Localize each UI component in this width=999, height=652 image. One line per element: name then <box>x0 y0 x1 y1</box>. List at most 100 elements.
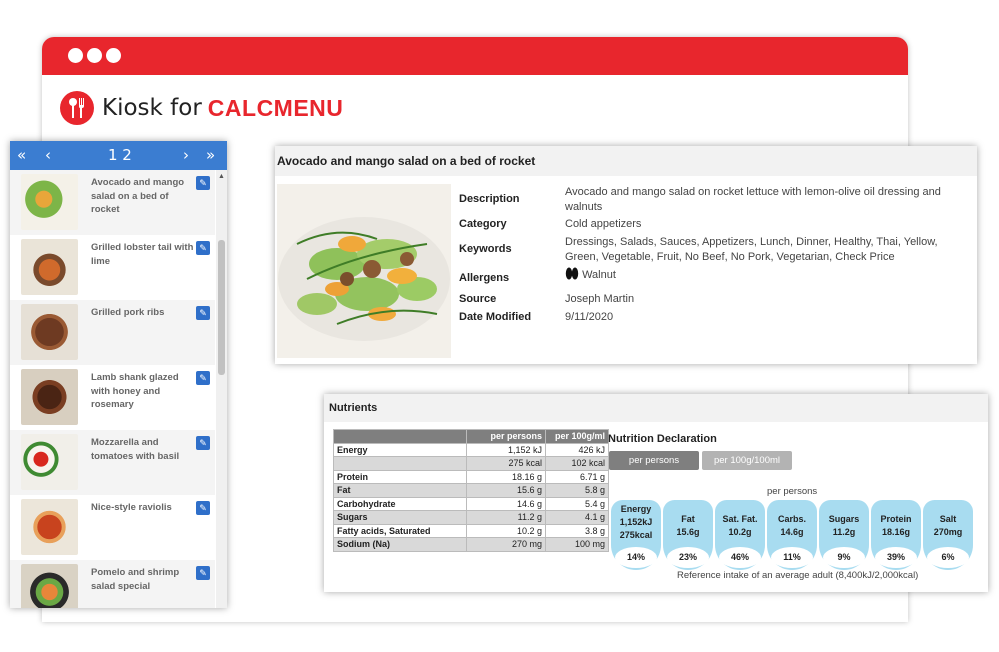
table-row: Energy 1,152 kJ 426 kJ <box>333 442 609 457</box>
edit-pencil-icon[interactable]: ✎ <box>196 241 210 255</box>
gda-value: 11.2g <box>832 527 856 537</box>
recipe-thumbnail <box>21 369 78 425</box>
window-control-dot[interactable] <box>87 48 102 63</box>
gda-badge: Fat 15.6g 23% <box>663 500 713 570</box>
declaration-subtitle: per persons <box>767 486 818 497</box>
table-row: 275 kcal 102 kcal <box>333 456 609 471</box>
page-numbers[interactable]: 1 2 <box>108 146 132 164</box>
recipe-detail-card: Avocado and mango salad on a bed of rock… <box>275 146 977 364</box>
gda-badge: Salt 270mg 6% <box>923 500 973 570</box>
gda-label: Salt <box>939 514 957 524</box>
source-label: Source <box>459 293 497 305</box>
scrollbar-thumb[interactable] <box>218 240 225 375</box>
app-logo: Kiosk for CALCMENU <box>60 90 343 126</box>
gda-value: 18.16g <box>881 527 911 537</box>
date-modified-label: Date Modified <box>459 311 532 323</box>
nutrient-name: Fat <box>333 483 467 498</box>
gda-value: 14.6g <box>780 527 804 537</box>
brand-name: CALCMENU <box>207 94 344 121</box>
table-row: Sodium (Na) 270 mg 100 mg <box>333 537 609 552</box>
gda-percent: 14% <box>615 547 657 568</box>
category-value: Cold appetizers <box>565 218 642 230</box>
gda-badge: Sat. Fat. 10.2g 46% <box>715 500 765 570</box>
window-control-dot[interactable] <box>106 48 121 63</box>
window-titlebar <box>42 37 908 75</box>
gda-label: Sugars <box>828 514 860 524</box>
list-item[interactable]: Nice-style raviolis ✎ <box>10 495 215 560</box>
table-header-cell: per persons <box>466 429 546 444</box>
nutrient-per-person: 10.2 g <box>466 523 546 538</box>
first-page-icon[interactable]: « <box>17 146 26 164</box>
gda-value: 15.6g <box>676 527 700 537</box>
list-item[interactable]: Lamb shank glazed with honey and rosemar… <box>10 365 215 430</box>
recipe-name: Pomelo and shrimp salad special <box>91 567 180 592</box>
nutrient-name: Energy <box>333 442 467 457</box>
list-item[interactable]: Mozzarella and tomatoes with basil ✎ <box>10 430 215 495</box>
recipe-detail-body: Description Avocado and mango salad on r… <box>275 178 977 364</box>
edit-pencil-icon[interactable]: ✎ <box>196 306 210 320</box>
edit-pencil-icon[interactable]: ✎ <box>196 176 210 190</box>
gda-badge: Energy 1,152kJ 275kcal 14% <box>611 500 661 570</box>
list-item[interactable]: Grilled lobster tail with lime ✎ <box>10 235 215 300</box>
edit-pencil-icon[interactable]: ✎ <box>196 501 210 515</box>
list-item[interactable]: Grilled pork ribs ✎ <box>10 300 215 365</box>
nutrient-per-person: 15.6 g <box>466 483 546 498</box>
recipe-thumbnail <box>21 304 78 360</box>
recipe-name: Avocado and mango salad on a bed of rock… <box>91 177 185 215</box>
table-row: Fatty acids, Saturated 10.2 g 3.8 g <box>333 523 609 538</box>
gda-label: Carbs. <box>777 514 806 524</box>
prev-page-icon[interactable]: ‹ <box>45 146 51 164</box>
tab-per-100g[interactable]: per 100g/100ml <box>702 451 792 470</box>
nutrient-per-100: 4.1 g <box>545 510 609 525</box>
list-item[interactable]: Avocado and mango salad on a bed of rock… <box>10 170 215 235</box>
nutrient-per-person: 1,152 kJ <box>466 442 546 457</box>
edit-pencil-icon[interactable]: ✎ <box>196 566 210 580</box>
recipe-sidebar: « ‹ 1 2 › » Avocado and mango salad on a… <box>10 141 227 608</box>
nutrient-name: Sodium (Na) <box>333 537 467 552</box>
nutrient-per-100: 102 kcal <box>545 456 609 471</box>
nutrient-name: Protein <box>333 469 467 484</box>
recipe-name: Grilled pork ribs <box>91 307 165 318</box>
nutrient-per-100: 3.8 g <box>545 523 609 538</box>
nutrients-table: per persons per 100g/ml Energy 1,152 kJ … <box>333 429 609 552</box>
gda-value: 10.2g <box>728 527 752 537</box>
table-header-cell: per 100g/ml <box>545 429 609 444</box>
recipe-name: Mozzarella and tomatoes with basil <box>91 437 180 462</box>
recipe-list: Avocado and mango salad on a bed of rock… <box>10 170 215 608</box>
last-page-icon[interactable]: » <box>206 146 215 164</box>
edit-pencil-icon[interactable]: ✎ <box>196 436 210 450</box>
list-item[interactable]: Pomelo and shrimp salad special ✎ <box>10 560 215 608</box>
window-control-dot[interactable] <box>68 48 83 63</box>
nutrition-declaration-title: Nutrition Declaration <box>608 433 717 445</box>
allergen-name: Walnut <box>582 269 616 281</box>
recipe-photo <box>277 184 451 358</box>
nutrient-name <box>333 456 467 471</box>
recipe-thumbnail <box>21 434 78 490</box>
recipe-thumbnail <box>21 239 78 295</box>
table-row: Fat 15.6 g 5.8 g <box>333 483 609 498</box>
allergens-value: Walnut <box>565 267 955 283</box>
list-scrollbar[interactable]: ▲ <box>216 170 227 608</box>
scroll-up-icon[interactable]: ▲ <box>218 173 225 180</box>
walnut-icon <box>565 267 579 280</box>
nutrients-card: Nutrients per persons per 100g/ml Energy… <box>324 394 988 592</box>
nutrient-per-100: 100 mg <box>545 537 609 552</box>
gda-label: Energy <box>620 504 652 514</box>
gda-label: Sat. Fat. <box>722 514 758 524</box>
reference-intake-note: Reference intake of an average adult (8,… <box>677 570 919 581</box>
edit-pencil-icon[interactable]: ✎ <box>196 371 210 385</box>
category-label: Category <box>459 218 507 230</box>
recipe-thumbnail <box>21 564 78 608</box>
nutrients-title: Nutrients <box>324 394 988 422</box>
gda-badge: Sugars 11.2g 9% <box>819 500 869 570</box>
chef-utensils-icon <box>60 91 94 125</box>
gda-percent: 9% <box>823 547 865 568</box>
nutrient-per-person: 14.6 g <box>466 496 546 511</box>
nutrient-per-person: 275 kcal <box>466 456 546 471</box>
recipe-thumbnail <box>21 174 78 230</box>
table-row: Protein 18.16 g 6.71 g <box>333 469 609 484</box>
tab-per-persons[interactable]: per persons <box>609 451 699 470</box>
next-page-icon[interactable]: › <box>183 146 189 164</box>
date-modified-value: 9/11/2020 <box>565 311 614 323</box>
gda-percent: 6% <box>927 547 969 568</box>
